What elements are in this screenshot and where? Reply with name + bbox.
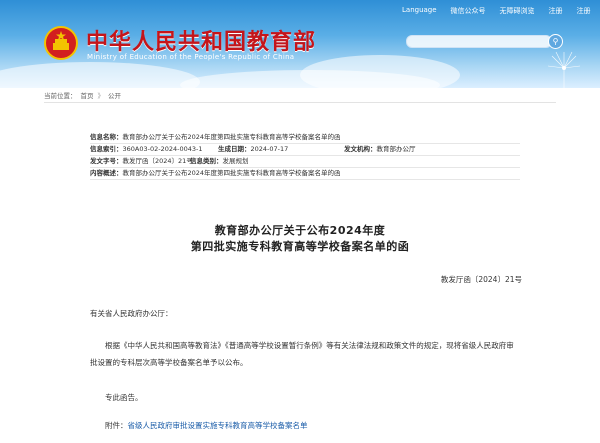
meta-row-summary: 内容概述：教育部办公厅关于公布2024年度第四批实施专科教育高等学校备案名单的函 bbox=[90, 168, 520, 180]
document-number: 教发厅函〔2024〕21号 bbox=[440, 275, 522, 284]
meta-docno-label: 发文字号： bbox=[90, 157, 123, 165]
search-input[interactable] bbox=[406, 35, 552, 48]
language-link[interactable]: Language bbox=[402, 6, 437, 16]
document-title-line1: 教育部办公厅关于公布2024年度 bbox=[214, 224, 386, 237]
search-button[interactable]: ⚲ bbox=[548, 34, 563, 49]
national-emblem-icon bbox=[44, 26, 78, 60]
wechat-link[interactable]: 微信公众号 bbox=[451, 6, 486, 16]
breadcrumb-separator: 》 bbox=[97, 92, 105, 100]
meta-date-value: 2024-07-17 bbox=[250, 145, 289, 153]
meta-name-value: 教育部办公厅关于公布2024年度第四批实施专科教育高等学校备案名单的函 bbox=[122, 133, 341, 141]
attachment-link[interactable]: 省级人民政府审批设置实施专科教育高等学校备案名单 bbox=[128, 421, 308, 430]
meta-row-docno: 发文字号：教发厅函〔2024〕21号 信息类别：发展规划 bbox=[90, 156, 520, 168]
meta-date-label: 生成日期： bbox=[218, 145, 251, 153]
meta-summary-value: 教育部办公厅关于公布2024年度第四批实施专科教育高等学校备案名单的函 bbox=[122, 169, 341, 177]
breadcrumb-section[interactable]: 公开 bbox=[108, 90, 121, 100]
search-icon: ⚲ bbox=[552, 37, 559, 46]
meta-name-label: 信息名称： bbox=[90, 133, 123, 141]
addressee: 有关省人民政府办公厅： bbox=[90, 309, 173, 318]
meta-index-value: 360A03-02-2024-0043-1 bbox=[122, 145, 203, 153]
meta-row-name: 信息名称：教育部办公厅关于公布2024年度第四批实施专科教育高等学校备案名单的函 bbox=[90, 132, 520, 144]
meta-index-label: 信息索引： bbox=[90, 145, 123, 153]
meta-issuer-label: 发文机构： bbox=[344, 145, 377, 153]
attachment-label: 附件： bbox=[105, 421, 128, 430]
meta-docno-value: 教发厅函〔2024〕21号 bbox=[122, 157, 193, 165]
attachment: 附件：省级人民政府审批设置实施专科教育高等学校备案名单 bbox=[105, 420, 308, 431]
accessibility-link[interactable]: 无障碍浏览 bbox=[500, 6, 535, 16]
meta-row-index: 信息索引：360A03-02-2024-0043-1 生成日期：2024-07-… bbox=[90, 144, 520, 156]
breadcrumb: 当前位置： 首页 》 公开 bbox=[44, 90, 121, 100]
site-title[interactable]: 中华人民共和国教育部 bbox=[86, 24, 316, 56]
document-metadata: 信息名称：教育部办公厅关于公布2024年度第四批实施专科教育高等学校备案名单的函… bbox=[90, 132, 520, 180]
meta-issuer-value: 教育部办公厅 bbox=[376, 145, 416, 153]
cloud-decoration bbox=[0, 62, 200, 88]
dandelion-icon bbox=[547, 51, 581, 88]
top-links: Language 微信公众号 无障碍浏览 注册 注册 bbox=[402, 6, 591, 16]
login-link[interactable]: 注册 bbox=[577, 6, 591, 16]
body-paragraph: 根据《中华人民共和国高等教育法》《普通高等学校设置暂行条例》等有关法律法规和政策… bbox=[90, 341, 514, 367]
closing-text: 专此函告。 bbox=[105, 393, 143, 402]
document-title-line2: 第四批实施专科教育高等学校备案名单的函 bbox=[190, 240, 410, 253]
register-link[interactable]: 注册 bbox=[549, 6, 563, 16]
breadcrumb-home[interactable]: 首页 bbox=[81, 90, 94, 100]
meta-type-label: 信息类别： bbox=[190, 157, 223, 165]
breadcrumb-prefix: 当前位置： bbox=[44, 92, 77, 100]
site-subtitle: Ministry of Education of the People's Re… bbox=[87, 53, 295, 61]
header-divider bbox=[44, 102, 556, 103]
meta-summary-label: 内容概述： bbox=[90, 169, 123, 177]
site-header: 中华人民共和国教育部 Ministry of Education of the … bbox=[0, 0, 600, 88]
meta-type-value: 发展规划 bbox=[222, 157, 249, 165]
